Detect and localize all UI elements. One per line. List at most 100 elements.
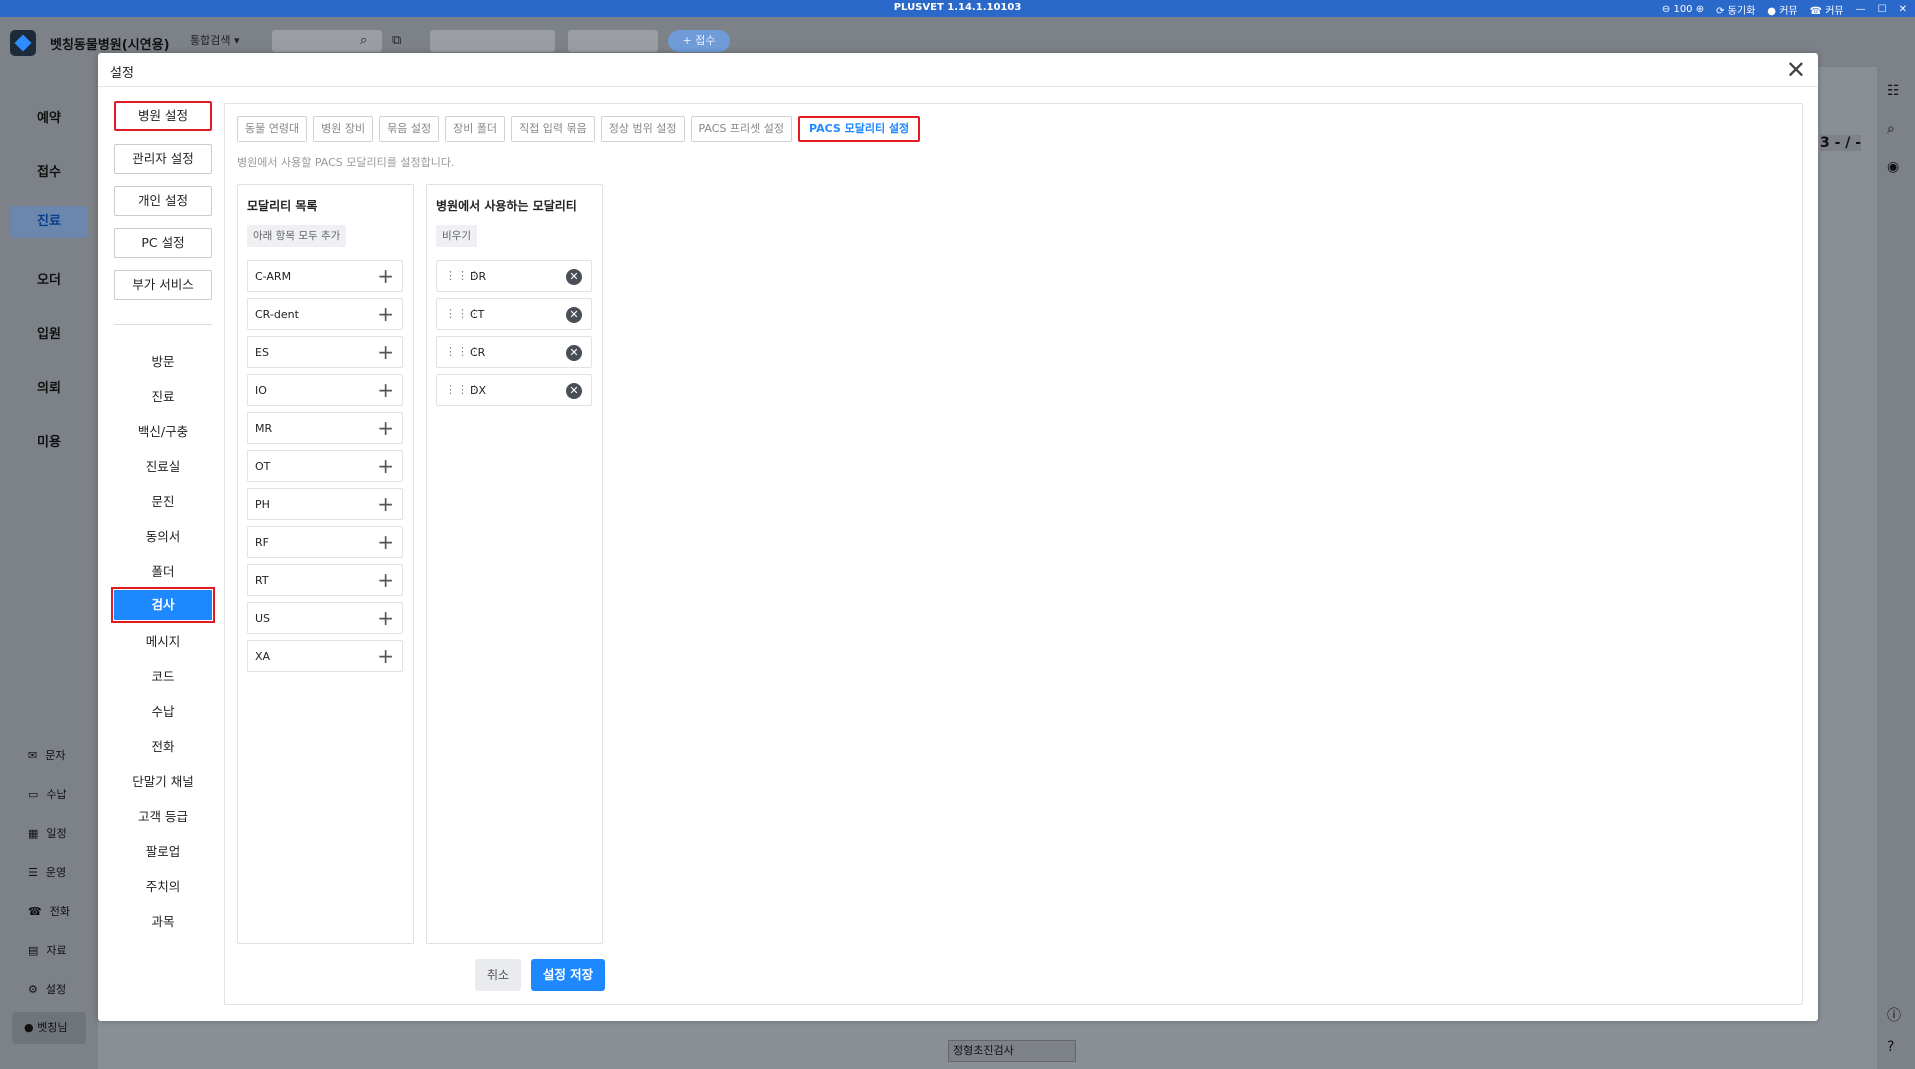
nav-order[interactable]: 오더 — [10, 269, 88, 288]
menu-terminal-channel[interactable]: 단말기 채널 — [114, 771, 212, 790]
zoom-level[interactable]: ⊖ 100 ⊕ — [1662, 4, 1704, 15]
plus-icon[interactable]: + — [377, 568, 394, 592]
menu-treatment[interactable]: 진료 — [114, 386, 212, 405]
nav-inpatient[interactable]: 입원 — [10, 323, 88, 342]
nav-settings[interactable]: ⚙ 설정 — [28, 981, 66, 997]
community-button[interactable]: ● 커뮤 — [1767, 2, 1797, 17]
sync-button[interactable]: ⟳ 동기화 — [1716, 2, 1755, 17]
list-item[interactable]: ⋮⋮⋮ CT ✕ — [436, 298, 592, 330]
nav-phone[interactable]: ☎ 전화 — [28, 903, 70, 919]
search-mode-dropdown[interactable]: 통합검색 ▾ — [190, 32, 240, 48]
close-icon[interactable]: ✕ — [1786, 56, 1806, 84]
menu-consent[interactable]: 동의서 — [114, 526, 212, 545]
card-icon: ▭ — [28, 787, 39, 801]
app-version: PLUSVET 1.14.1.10103 — [893, 2, 1022, 13]
nav-phone-label: 전화 — [49, 905, 70, 918]
nav-reception[interactable]: 접수 — [10, 161, 88, 180]
nav-operation[interactable]: ☰ 운영 — [28, 864, 66, 880]
category-admin-settings[interactable]: 관리자 설정 — [114, 144, 212, 174]
chat-icon[interactable]: ◉ — [1887, 159, 1899, 175]
search-record-icon[interactable]: ⌕ — [1887, 121, 1895, 137]
menu-code[interactable]: 코드 — [114, 666, 212, 685]
plus-icon[interactable]: + — [377, 302, 394, 326]
menu-department[interactable]: 과목 — [114, 911, 212, 930]
nav-docs[interactable]: ▤ 자료 — [28, 942, 67, 958]
list-item: ES + — [247, 336, 403, 368]
plus-icon[interactable]: + — [377, 340, 394, 364]
list-item: C-ARM + — [247, 260, 403, 292]
remove-icon[interactable]: ✕ — [566, 383, 582, 399]
info-icon[interactable]: ⓘ — [1887, 1005, 1901, 1025]
menu-visit[interactable]: 방문 — [114, 351, 212, 370]
app-logo — [10, 30, 36, 56]
plus-icon[interactable]: + — [377, 416, 394, 440]
menu-questionnaire[interactable]: 문진 — [114, 491, 212, 510]
list-item[interactable]: ⋮⋮⋮ DX ✕ — [436, 374, 592, 406]
list-item: US + — [247, 602, 403, 634]
nav-referral[interactable]: 의뢰 — [10, 377, 88, 396]
nav-reservation[interactable]: 예약 — [10, 107, 88, 126]
add-all-button[interactable]: 아래 항목 모두 추가 — [247, 225, 347, 247]
patient-list-icon[interactable]: ☷ — [1887, 83, 1900, 99]
plus-icon[interactable]: + — [377, 378, 394, 402]
tab-pacs-modality[interactable]: PACS 모달리티 설정 — [798, 116, 921, 142]
remove-icon[interactable]: ✕ — [566, 307, 582, 323]
plus-icon[interactable]: + — [377, 264, 394, 288]
tab-bundle-settings[interactable]: 묶음 설정 — [379, 116, 440, 142]
menu-attending-vet[interactable]: 주치의 — [114, 876, 212, 895]
plus-icon[interactable]: + — [377, 454, 394, 478]
user-menu[interactable]: ● 벳칭님 — [12, 1012, 86, 1044]
contact-button[interactable]: ☎ 커뮤 — [1810, 2, 1844, 17]
save-button[interactable]: 설정 저장 — [531, 959, 605, 991]
plus-icon[interactable]: + — [377, 530, 394, 554]
room-dropdown[interactable] — [568, 30, 658, 52]
category-personal-settings[interactable]: 개인 설정 — [114, 186, 212, 216]
nav-grooming[interactable]: 미용 — [10, 431, 88, 450]
modality-label: MR — [255, 422, 273, 435]
menu-exam-room[interactable]: 진료실 — [114, 456, 212, 475]
plus-icon[interactable]: + — [377, 644, 394, 668]
sidebar-divider — [114, 324, 212, 325]
zoom-value: 100 — [1673, 4, 1693, 15]
cancel-button[interactable]: 취소 — [475, 959, 521, 991]
help-icon[interactable]: ? — [1887, 1039, 1894, 1055]
search-icon[interactable]: ⌕ — [360, 33, 367, 48]
tab-pacs-preset[interactable]: PACS 프리셋 설정 — [690, 116, 793, 142]
menu-vaccine[interactable]: 백신/구충 — [114, 421, 212, 440]
register-button[interactable]: + 접수 — [668, 30, 730, 52]
menu-test[interactable]: 검사 — [111, 587, 215, 623]
menu-payment[interactable]: 수납 — [114, 701, 212, 720]
scan-search-icon[interactable]: ⧉ — [392, 33, 401, 48]
category-pc-settings[interactable]: PC 설정 — [114, 228, 212, 258]
modality-list-title: 모달리티 목록 — [247, 199, 318, 213]
close-window-icon[interactable]: ✕ — [1899, 4, 1907, 15]
list-item: RT + — [247, 564, 403, 596]
menu-message[interactable]: 메시지 — [114, 631, 212, 650]
tab-hospital-equipment[interactable]: 병원 장비 — [313, 116, 374, 142]
plus-icon[interactable]: + — [377, 606, 394, 630]
menu-folder[interactable]: 폴더 — [114, 561, 212, 580]
tab-animal-age[interactable]: 동물 연령대 — [237, 116, 308, 142]
category-addon-services[interactable]: 부가 서비스 — [114, 270, 212, 300]
menu-customer-grade[interactable]: 고객 등급 — [114, 806, 212, 825]
remove-icon[interactable]: ✕ — [566, 345, 582, 361]
minimize-icon[interactable]: — — [1856, 4, 1866, 15]
doctor-dropdown[interactable] — [430, 30, 555, 52]
plus-icon[interactable]: + — [377, 492, 394, 516]
tab-equipment-folder[interactable]: 장비 폴더 — [445, 116, 506, 142]
menu-followup[interactable]: 팔로업 — [114, 841, 212, 860]
category-hospital-settings[interactable]: 병원 설정 — [114, 101, 212, 131]
clear-button[interactable]: 비우기 — [436, 225, 477, 247]
menu-phone[interactable]: 전화 — [114, 736, 212, 755]
right-toolbar: ☷ ⌕ ◉ ⓘ ? — [1877, 67, 1915, 1069]
list-item[interactable]: ⋮⋮⋮ CR ✕ — [436, 336, 592, 368]
remove-icon[interactable]: ✕ — [566, 269, 582, 285]
nav-schedule[interactable]: ▦ 일정 — [28, 825, 67, 841]
tab-normal-range[interactable]: 정상 범위 설정 — [600, 116, 685, 142]
tab-manual-bundle[interactable]: 직접 입력 묶음 — [511, 116, 595, 142]
nav-treatment[interactable]: 진료 — [10, 206, 88, 238]
maximize-icon[interactable]: ☐ — [1878, 4, 1887, 15]
list-item[interactable]: ⋮⋮⋮ DR ✕ — [436, 260, 592, 292]
nav-payment[interactable]: ▭ 수납 — [28, 786, 67, 802]
nav-sms[interactable]: ✉ 문자 — [28, 747, 65, 763]
